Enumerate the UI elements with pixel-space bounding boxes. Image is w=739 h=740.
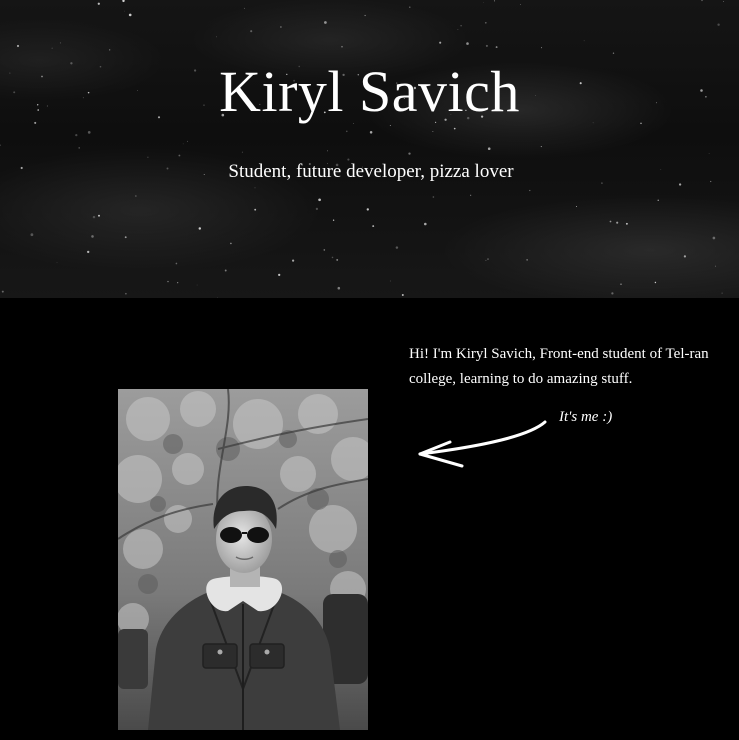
starfield-background bbox=[0, 0, 724, 298]
hero-header: Kiryl Savich Student, future developer, … bbox=[0, 0, 739, 298]
intro-text: Hi! I'm Kiryl Savich, Front-end student … bbox=[409, 346, 709, 387]
arrow-left-icon bbox=[418, 420, 547, 468]
page-subtitle: Student, future developer, pizza lover bbox=[228, 161, 514, 182]
page-title: Kiryl Savich bbox=[219, 59, 520, 124]
arrow-caption: It's me :) bbox=[559, 409, 613, 425]
about-section: Hi! I'm Kiryl Savich, Front-end student … bbox=[0, 298, 739, 740]
profile-photo bbox=[118, 389, 368, 730]
portrait-image bbox=[118, 389, 368, 730]
page: Kiryl Savich Student, future developer, … bbox=[0, 0, 739, 740]
